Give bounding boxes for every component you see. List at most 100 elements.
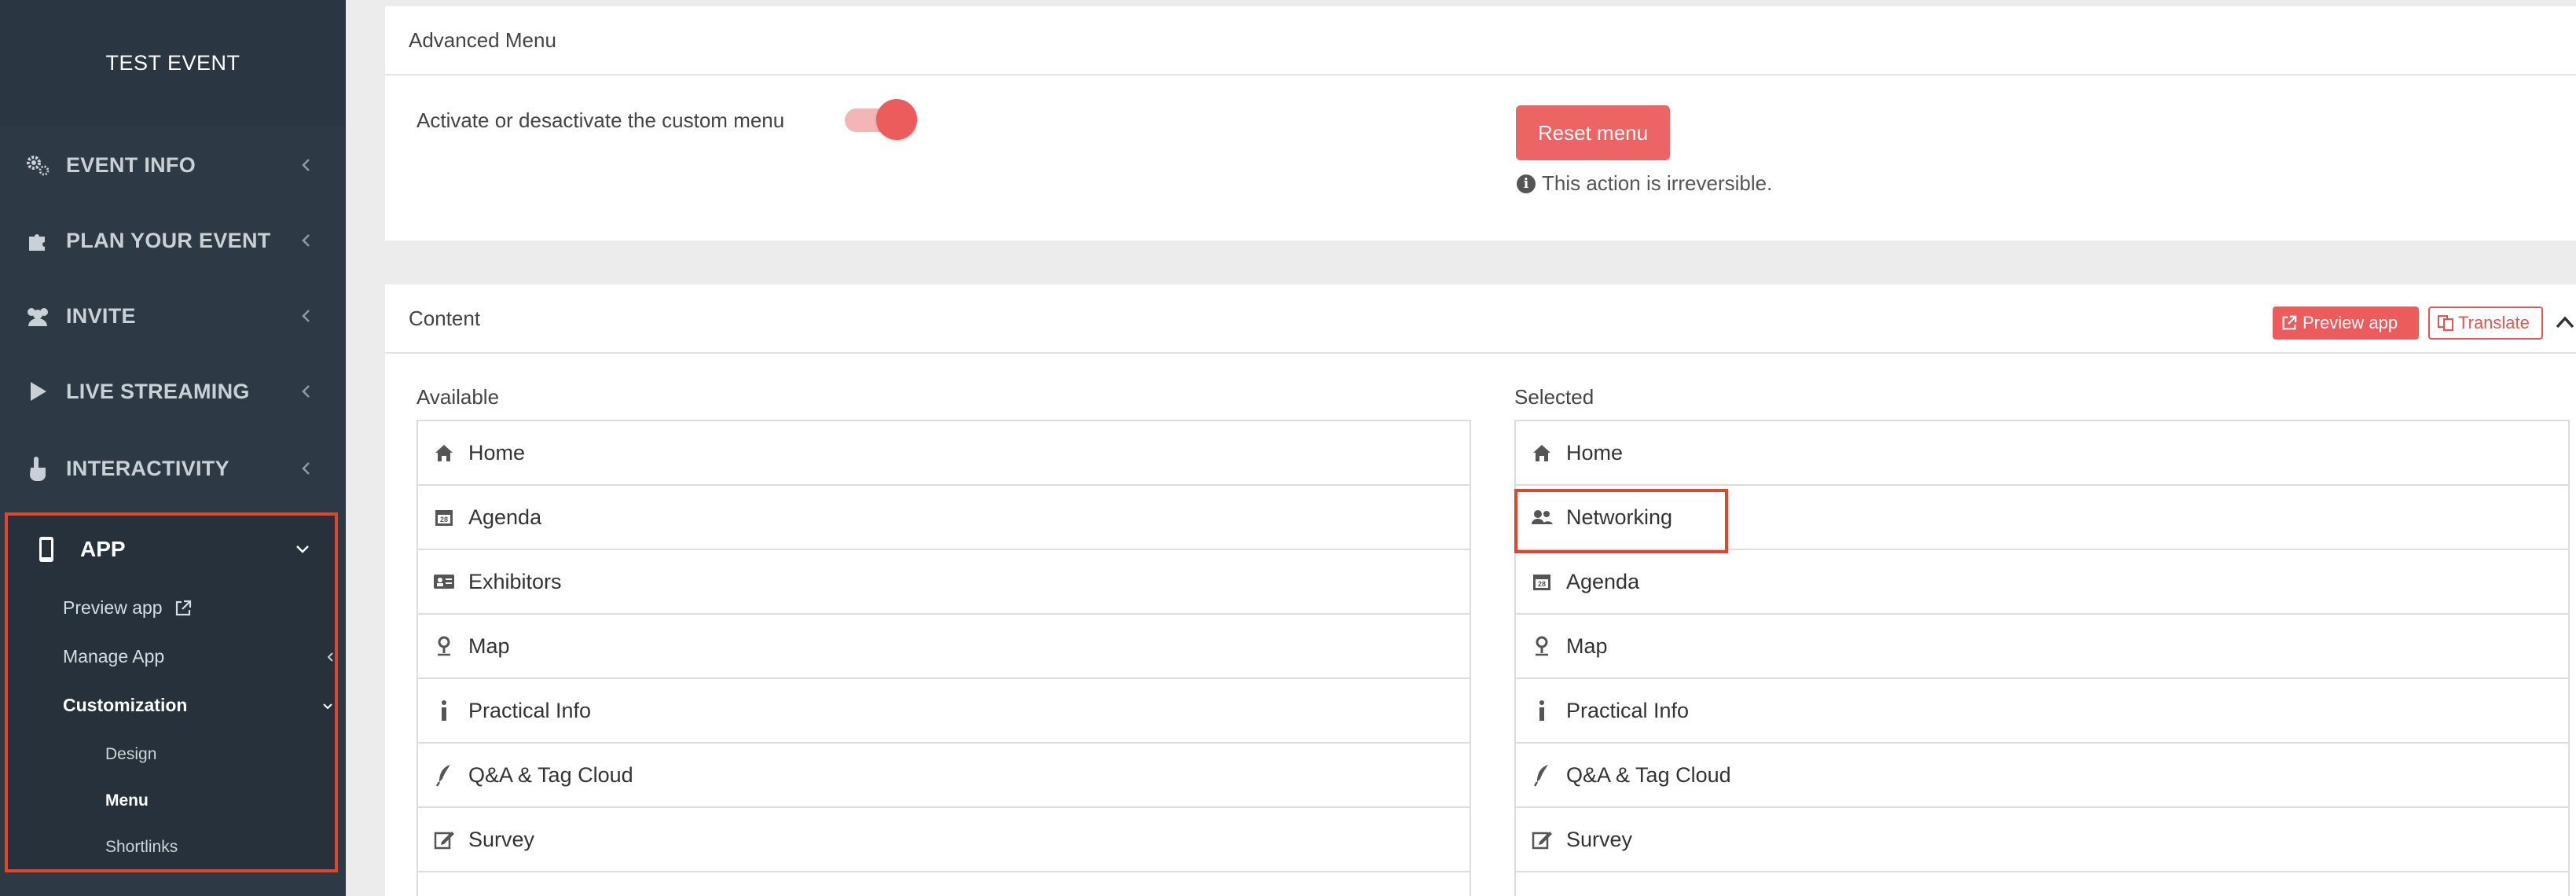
nav-label: PLAN YOUR EVENT [66,228,271,252]
selected-item-survey[interactable]: Survey [1516,808,2568,872]
reset-menu-button[interactable]: Reset menu [1516,105,1670,160]
nav-event-info[interactable]: EVENT INFO [0,127,346,203]
nav-live-streaming[interactable]: LIVE STREAMING [0,354,346,429]
nav-menu[interactable]: Menu [105,791,149,810]
gears-icon [24,151,52,179]
home-icon [432,441,456,465]
quill-icon [1530,763,1554,787]
nav-label: INTERACTIVITY [66,456,229,480]
item-label: Home [1566,440,1624,465]
item-label: Survey [1566,827,1633,851]
nav-customization[interactable]: Customization [63,695,332,716]
nav-app-section: APP Preview app Manage App Customization… [5,512,338,872]
selected-item-map[interactable]: Map [1516,615,2568,679]
available-item-exhibitors[interactable]: Exhibitors [418,550,1470,615]
item-label: Exhibitors [468,569,562,593]
item-label: Practical Info [468,698,592,722]
selected-list: Home Networking 28 Agenda Map Practical … [1514,420,2570,896]
irreversible-warning: i This action is irreversible. [1517,171,1772,196]
advanced-menu-header: Advanced Menu [385,6,2576,75]
users-icon [24,302,52,330]
custom-menu-toggle-label: Activate or desactivate the custom menu [416,108,785,132]
preview-app-button[interactable]: Preview app [2273,307,2419,340]
nav-plan-your-event[interactable]: PLAN YOUR EVENT [0,203,346,278]
item-label: Practical Info [1566,698,1690,722]
toggle-knob [876,99,917,140]
map-pin-icon [1530,634,1554,658]
available-item-practical-info[interactable]: Practical Info [418,679,1470,744]
selected-title: Selected [1514,385,1594,409]
nav-label: Preview app [63,597,163,618]
sidebar: TEST EVENT EVENT INFO PLAN YOUR EVENT IN… [0,0,346,896]
item-label: Map [468,633,510,658]
nav-label: APP [80,537,126,561]
nav-manage-app[interactable]: Manage App [63,646,333,667]
panel-title: Content [409,306,481,330]
edit-icon [1530,828,1554,851]
selected-item-qa-tag-cloud[interactable]: Q&A & Tag Cloud [1516,744,2568,808]
nav-label: Customization [63,695,188,715]
play-icon [24,377,52,406]
nav-invite[interactable]: INVITE [0,278,346,354]
item-label: Q&A & Tag Cloud [468,762,633,787]
available-title: Available [416,385,500,409]
available-item-agenda[interactable]: 28 Agenda [418,486,1470,550]
nav-label: Manage App [63,646,165,666]
quill-icon [432,763,456,787]
item-label: Map [1566,633,1608,658]
mobile-icon [39,537,53,562]
chevron-left-icon [302,159,310,171]
nav-shortlinks[interactable]: Shortlinks [105,838,178,857]
users-icon [1530,505,1554,529]
chevron-up-icon[interactable] [2554,313,2576,332]
selected-item-agenda[interactable]: 28 Agenda [1516,550,2568,615]
home-icon [1530,441,1554,465]
external-link-icon [2282,315,2297,330]
translate-button[interactable]: Translate [2428,307,2543,340]
item-label: Q&A & Tag Cloud [1566,762,1731,787]
calendar-icon: 28 [1530,570,1554,593]
map-pin-icon [432,634,456,658]
chevron-left-icon [327,652,333,662]
translate-icon [2438,315,2453,331]
item-label: Agenda [468,505,542,529]
nav-label: INVITE [66,303,136,328]
external-link-icon [175,600,191,615]
available-item-survey[interactable]: Survey [418,808,1470,872]
edit-icon [432,828,456,851]
svg-text:28: 28 [440,516,448,523]
hand-pointer-icon [24,454,52,483]
available-item-home[interactable]: Home [418,421,1470,486]
nav-preview-app[interactable]: Preview app [63,597,193,619]
button-label: Translate [2458,313,2530,332]
chevron-down-icon [323,703,332,709]
nav-design[interactable]: Design [105,745,156,764]
item-label: Survey [468,827,535,851]
svg-text:28: 28 [1538,580,1546,588]
info-circle-icon: i [1517,174,1536,193]
nav-label: LIVE STREAMING [66,379,250,403]
selected-item-practical-info[interactable]: Practical Info [1516,679,2568,744]
nav-label: EVENT INFO [66,152,196,177]
nav-app[interactable]: APP [8,516,335,583]
panel-title: Advanced Menu [409,28,556,52]
id-card-icon [432,570,456,593]
chevron-down-icon [296,545,309,553]
button-label: Preview app [2303,313,2398,332]
warning-text: This action is irreversible. [1542,171,1773,195]
available-list: Home 28 Agenda Exhibitors Map Practical … [416,420,1471,896]
item-label: Home [468,440,526,465]
selected-item-home[interactable]: Home [1516,421,2568,486]
custom-menu-toggle[interactable] [845,99,917,140]
chevron-left-icon [302,385,310,398]
chevron-left-icon [302,310,310,322]
info-icon [1530,699,1554,722]
available-item-map[interactable]: Map [418,615,1470,679]
nav-interactivity[interactable]: INTERACTIVITY [0,431,346,506]
selected-item-networking[interactable]: Networking [1516,486,2568,550]
advanced-menu-panel: Advanced Menu Activate or desactivate th… [385,6,2576,241]
info-icon [432,699,456,722]
chevron-left-icon [302,462,310,475]
item-label: Agenda [1566,569,1640,593]
available-item-qa-tag-cloud[interactable]: Q&A & Tag Cloud [418,744,1470,808]
